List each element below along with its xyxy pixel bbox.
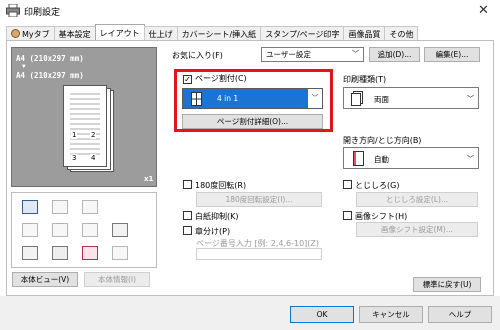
tab-label: その他 (389, 30, 414, 39)
favorites-label: お気に入り(F) (172, 51, 223, 60)
sheet-front: 1 2 3 4 (63, 85, 107, 167)
tab-finishing[interactable]: 仕上げ (143, 26, 178, 41)
ok-button[interactable]: OK (290, 306, 354, 323)
image-shift-checkbox[interactable] (343, 211, 352, 220)
tab-image-quality[interactable]: 画像品質 (343, 26, 386, 41)
user-icon (11, 29, 20, 38)
image-shift-row[interactable]: 画像シフト(H) (343, 211, 407, 222)
stapler-icon[interactable] (52, 200, 68, 214)
blank-suppress-checkbox[interactable] (183, 211, 192, 220)
chevron-down-icon: ﹀ (467, 155, 474, 163)
user-auth-icon[interactable] (52, 246, 68, 260)
page-number: 3 (71, 154, 78, 162)
edit-favorite-button[interactable]: 編集(E)... (424, 47, 480, 62)
tab-layout[interactable]: レイアウト (94, 24, 145, 41)
blank-suppress-label: 白紙抑制(K) (195, 212, 239, 221)
rotate180-row[interactable]: 180度回転(R) (183, 180, 246, 191)
printer-icon (6, 4, 20, 17)
booklet-icon[interactable] (82, 223, 98, 237)
copy-icon[interactable] (82, 200, 98, 214)
page-number: 1 (71, 131, 78, 139)
finisher-icon[interactable] (52, 223, 68, 237)
cancel-button[interactable]: キャンセル (359, 306, 423, 323)
document-icon[interactable] (22, 246, 38, 260)
account-track-icon[interactable] (82, 246, 98, 260)
image-shift-label: 画像シフト(H) (355, 212, 408, 221)
tab-label: カバーシート/挿入紙 (181, 30, 257, 39)
staple-margin-label: とじしろ(G) (355, 181, 400, 190)
binding-value: 自動 (374, 155, 389, 164)
tray-stack-icon[interactable] (112, 223, 128, 237)
rotate180-label: 180度回転(R) (195, 181, 247, 190)
tab-other[interactable]: その他 (384, 26, 419, 41)
binding-select[interactable]: 自動 ﹀ (343, 147, 479, 169)
paper-tray-icon[interactable] (22, 200, 38, 214)
add-favorite-button[interactable]: 追加(D)... (369, 47, 420, 62)
device-option-icons (11, 192, 157, 268)
binding-label: 開き方向/とじ方向(B) (343, 136, 422, 145)
highlight-frame (174, 69, 333, 132)
staple-margin-settings-button[interactable]: とじしろ設定(L)... (356, 192, 478, 207)
tab-label: Myタブ (22, 30, 50, 39)
original-size: A4 (210x297 mm) (16, 54, 84, 63)
chevron-down-icon: ﹀ (467, 95, 474, 103)
binding-icon (353, 151, 364, 166)
rotate180-settings-button[interactable]: 180度回転設定(I)... (196, 192, 322, 207)
tab-label: 基本設定 (58, 30, 91, 39)
output-size: A4 (210x297 mm) (16, 71, 84, 80)
tab-label: 仕上げ (148, 30, 173, 39)
favorites-value: ユーザー設定 (266, 50, 311, 59)
arrow-down-icon: ▼ (22, 63, 26, 70)
chapter-label: 章分け(P) (195, 227, 231, 236)
device-view-button[interactable]: 本体ビュー(V) (12, 272, 78, 287)
print-type-value: 両面 (374, 95, 389, 104)
staple-margin-row[interactable]: とじしろ(G) (343, 180, 399, 191)
print-type-select[interactable]: 両面 ﹀ (343, 87, 479, 109)
dialog-footer (0, 296, 500, 330)
lock-icon[interactable] (112, 246, 128, 260)
page-number-input[interactable] (196, 248, 322, 260)
chapter-row[interactable]: 章分け(P) (183, 226, 230, 237)
page-number: 2 (90, 131, 97, 139)
copies-count: x1 (144, 175, 154, 183)
image-shift-settings-button[interactable]: 画像シフト設定(M)... (356, 222, 478, 237)
tab-mytab[interactable]: Myタブ (6, 26, 55, 41)
window-title: 印刷設定 (24, 8, 61, 18)
print-preview: A4 (210x297 mm) ▼ A4 (210x297 mm) 1 2 3 … (11, 47, 157, 187)
chapter-checkbox[interactable] (183, 226, 192, 235)
restore-defaults-button[interactable]: 標準に戻す(U) (413, 277, 481, 292)
page-number: 4 (90, 154, 97, 162)
tab-basic[interactable]: 基本設定 (53, 26, 96, 41)
close-icon[interactable]: ✕ (478, 3, 489, 18)
tab-cover-sheet[interactable]: カバーシート/挿入紙 (176, 26, 262, 41)
tab-label: レイアウト (99, 29, 140, 38)
device-info-button[interactable]: 本体情報(I) (84, 272, 150, 287)
rotate180-checkbox[interactable] (183, 180, 192, 189)
chevron-down-icon: ﹀ (352, 50, 359, 58)
duplex-icon (351, 91, 363, 106)
favorites-select[interactable]: ユーザー設定 ﹀ (261, 47, 364, 62)
tab-label: スタンプ/ページ印字 (265, 30, 340, 39)
tab-bar: Myタブ 基本設定 レイアウト 仕上げ カバーシート/挿入紙 スタンプ/ページ印… (6, 24, 419, 41)
title-bar: 印刷設定 ✕ (0, 0, 500, 22)
blank-suppress-row[interactable]: 白紙抑制(K) (183, 211, 239, 222)
tab-label: 画像品質 (348, 30, 381, 39)
print-type-label: 印刷種類(T) (343, 75, 387, 84)
help-button[interactable]: ヘルプ (428, 306, 492, 323)
staple-margin-checkbox[interactable] (343, 180, 352, 189)
sorter-icon[interactable] (22, 223, 38, 237)
tab-stamp[interactable]: スタンプ/ページ印字 (260, 26, 345, 41)
